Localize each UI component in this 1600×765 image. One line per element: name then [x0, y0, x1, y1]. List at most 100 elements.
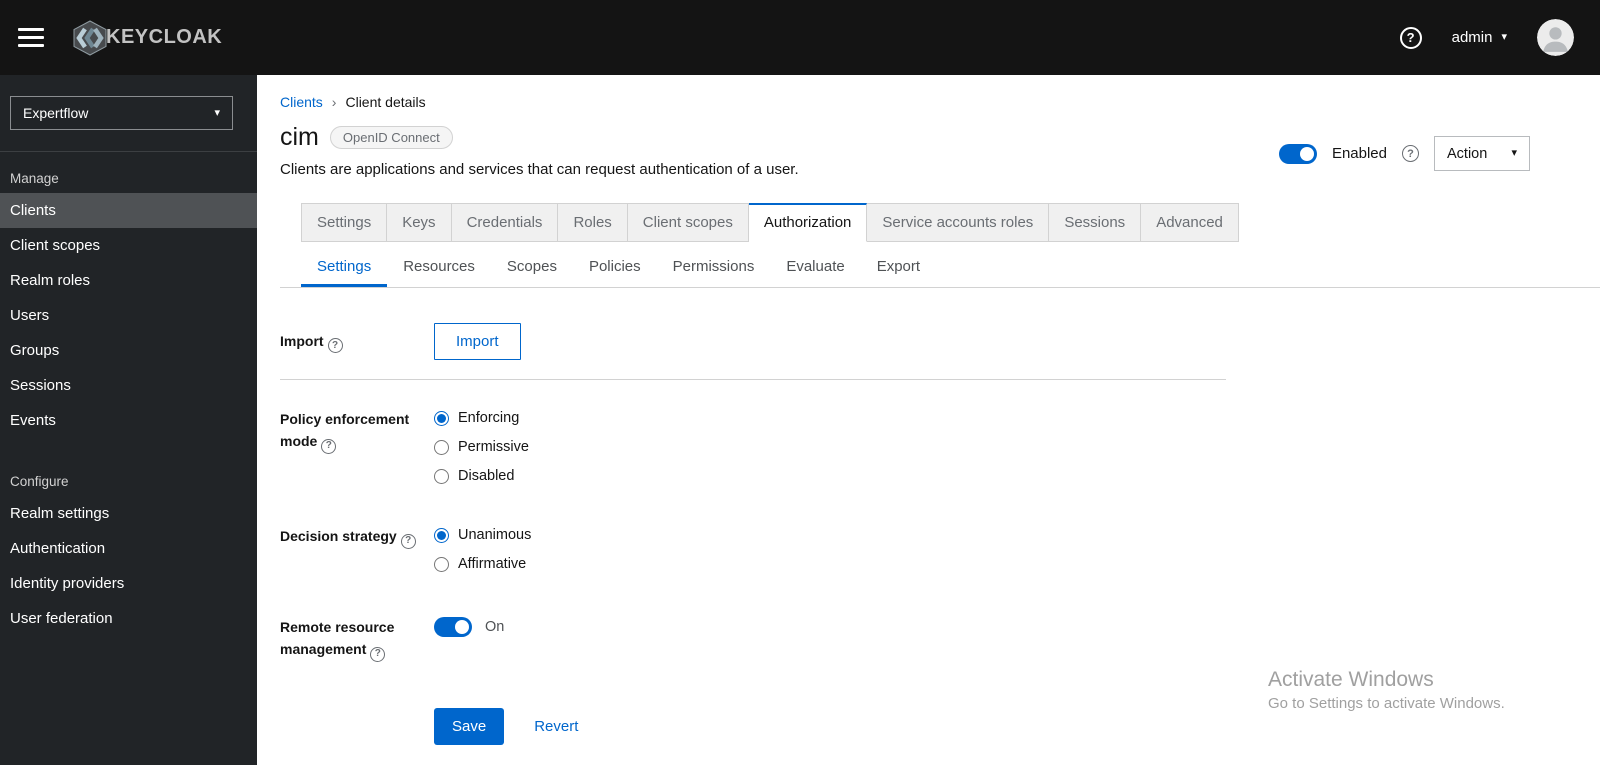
- remote-resource-management-label: Remote resource management?: [280, 616, 434, 662]
- nav-section-manage: Manage Clients Client scopes Realm roles…: [0, 165, 257, 438]
- policy-enforcement-options: Enforcing Permissive Disabled: [434, 408, 1226, 484]
- main-content: Clients › Client details cim OpenID Conn…: [257, 75, 1600, 765]
- breadcrumb-current: Client details: [345, 94, 426, 110]
- tab-service-accounts-roles[interactable]: Service accounts roles: [867, 203, 1050, 242]
- nav-section-configure-title: Configure: [10, 474, 69, 489]
- tab-sessions[interactable]: Sessions: [1049, 203, 1142, 242]
- username: admin: [1451, 29, 1493, 46]
- topbar-actions: ? admin ▾: [1399, 19, 1574, 56]
- nav-section-manage-title: Manage: [10, 171, 59, 186]
- decision-strategy-label: Decision strategy?: [280, 525, 434, 549]
- chevron-right-icon: ›: [331, 94, 337, 110]
- import-row: Import? Import: [280, 323, 1226, 360]
- radio-input-affirmative[interactable]: [434, 556, 449, 572]
- realm-name: Expertflow: [23, 105, 89, 121]
- remote-resource-management-row: Remote resource management? On: [280, 616, 1226, 662]
- keycloak-logo: KEYCLOAK: [70, 18, 222, 58]
- sidebar-item-identity-providers[interactable]: Identity providers: [0, 566, 257, 601]
- caret-down-icon: ▾: [214, 106, 220, 119]
- sidebar-item-groups[interactable]: Groups: [0, 333, 257, 368]
- sidebar: Expertflow ▾ Manage Clients Client scope…: [0, 75, 257, 765]
- revert-link[interactable]: Revert: [534, 718, 578, 735]
- nav-section-configure: Configure Realm settings Authentication …: [0, 468, 257, 636]
- radio-permissive[interactable]: Permissive: [434, 439, 1226, 455]
- subtab-resources[interactable]: Resources: [387, 248, 491, 287]
- toggle-knob: [455, 620, 469, 634]
- radio-label-affirmative: Affirmative: [458, 556, 527, 572]
- section-divider: [280, 379, 1226, 380]
- action-dropdown-label: Action: [1447, 145, 1488, 162]
- radio-disabled[interactable]: Disabled: [434, 468, 1226, 484]
- sidebar-item-realm-settings[interactable]: Realm settings: [0, 496, 257, 531]
- menu-toggle-icon[interactable]: [18, 28, 44, 47]
- tab-settings[interactable]: Settings: [301, 203, 388, 242]
- save-button[interactable]: Save: [434, 707, 505, 745]
- help-icon[interactable]: ?: [370, 646, 386, 662]
- radio-affirmative[interactable]: Affirmative: [434, 556, 1226, 572]
- page-description: Clients are applications and services th…: [280, 161, 799, 178]
- help-icon[interactable]: ?: [1399, 26, 1422, 49]
- topbar: KEYCLOAK ? admin ▾: [0, 0, 1600, 75]
- radio-input-unanimous[interactable]: [434, 527, 449, 543]
- sidebar-item-client-scopes[interactable]: Client scopes: [0, 228, 257, 263]
- breadcrumb: Clients › Client details: [280, 75, 1600, 110]
- radio-label-unanimous: Unanimous: [458, 527, 532, 543]
- subtab-policies[interactable]: Policies: [573, 248, 657, 287]
- radio-input-enforcing[interactable]: [434, 410, 449, 426]
- tab-advanced[interactable]: Advanced: [1141, 203, 1239, 242]
- breadcrumb-link-clients[interactable]: Clients: [280, 94, 323, 110]
- subtab-export[interactable]: Export: [861, 248, 936, 287]
- tab-client-scopes[interactable]: Client scopes: [627, 203, 749, 242]
- sidebar-item-events[interactable]: Events: [0, 403, 257, 438]
- avatar[interactable]: [1537, 19, 1574, 56]
- sidebar-nav: Manage Clients Client scopes Realm roles…: [0, 151, 257, 636]
- sidebar-item-users[interactable]: Users: [0, 298, 257, 333]
- client-protocol-badge: OpenID Connect: [329, 126, 453, 149]
- caret-down-icon: ▾: [1501, 31, 1507, 43]
- remote-resource-management-toggle[interactable]: [434, 617, 472, 637]
- help-icon[interactable]: ?: [400, 533, 416, 549]
- radio-label-permissive: Permissive: [458, 439, 529, 455]
- import-button[interactable]: Import: [434, 323, 521, 360]
- tab-keys[interactable]: Keys: [387, 203, 452, 242]
- sidebar-item-authentication[interactable]: Authentication: [0, 531, 257, 566]
- action-dropdown[interactable]: Action ▾: [1434, 136, 1530, 171]
- radio-label-disabled: Disabled: [458, 468, 515, 484]
- enabled-toggle[interactable]: [1278, 143, 1317, 164]
- radio-label-enforcing: Enforcing: [458, 410, 520, 426]
- radio-unanimous[interactable]: Unanimous: [434, 527, 1226, 543]
- radio-input-permissive[interactable]: [434, 439, 449, 455]
- subtab-scopes[interactable]: Scopes: [491, 248, 573, 287]
- policy-enforcement-mode-label: Policy enforcement mode?: [280, 408, 434, 454]
- subtab-settings[interactable]: Settings: [301, 248, 387, 287]
- help-icon[interactable]: ?: [327, 338, 343, 354]
- radio-input-disabled[interactable]: [434, 468, 449, 484]
- tab-credentials[interactable]: Credentials: [451, 203, 559, 242]
- page-title: cim: [280, 123, 319, 151]
- user-avatar-icon: [1537, 19, 1574, 56]
- sidebar-item-user-federation[interactable]: User federation: [0, 601, 257, 636]
- remote-resource-management-state: On: [485, 619, 505, 635]
- sidebar-item-clients[interactable]: Clients: [0, 193, 257, 228]
- toggle-knob: [1299, 146, 1314, 161]
- brand-text: KEYCLOAK: [106, 26, 223, 48]
- subtab-evaluate[interactable]: Evaluate: [770, 248, 860, 287]
- tab-authorization[interactable]: Authorization: [748, 203, 868, 242]
- form-actions: Save Revert: [434, 707, 1226, 745]
- sidebar-item-realm-roles[interactable]: Realm roles: [0, 263, 257, 298]
- help-icon[interactable]: ?: [321, 438, 337, 454]
- main-tabs: Settings Keys Credentials Roles Client s…: [301, 203, 1239, 242]
- policy-enforcement-mode-row: Policy enforcement mode? Enforcing Permi…: [280, 408, 1226, 484]
- user-menu-dropdown[interactable]: admin ▾: [1452, 29, 1507, 46]
- import-label: Import?: [280, 330, 434, 354]
- decision-strategy-options: Unanimous Affirmative: [434, 525, 1226, 572]
- page-header: cim OpenID Connect Clients are applicati…: [280, 123, 1600, 178]
- sidebar-item-sessions[interactable]: Sessions: [0, 368, 257, 403]
- keycloak-logo-icon: [73, 19, 107, 56]
- subtab-permissions[interactable]: Permissions: [657, 248, 771, 287]
- tab-roles[interactable]: Roles: [558, 203, 628, 242]
- help-icon[interactable]: ?: [1402, 145, 1419, 162]
- radio-enforcing[interactable]: Enforcing: [434, 410, 1226, 426]
- realm-selector[interactable]: Expertflow ▾: [10, 96, 233, 130]
- enabled-label: Enabled: [1331, 145, 1387, 162]
